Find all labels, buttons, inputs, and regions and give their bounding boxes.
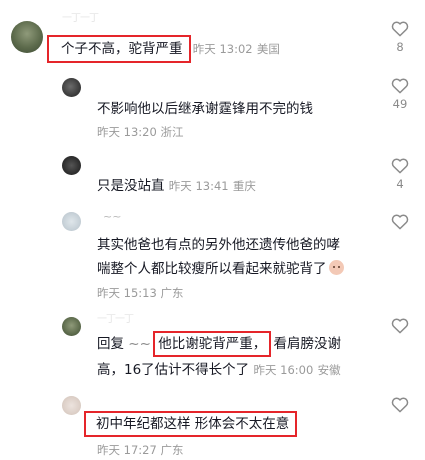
avatar[interactable]	[62, 78, 81, 97]
like-button[interactable]: 4	[385, 157, 415, 191]
comment-time: 昨天 13:02	[192, 42, 253, 56]
comment-text-line-2: 喘整个人都比较瘦所以看起来就驼背了	[97, 261, 327, 277]
like-button[interactable]	[385, 396, 415, 430]
comment-location: 美国	[256, 42, 280, 56]
comment-location: 重庆	[232, 179, 256, 193]
comment-time: 昨天 13:41	[168, 179, 229, 193]
heart-icon	[391, 21, 409, 37]
avatar[interactable]	[62, 317, 81, 336]
heart-icon	[391, 318, 409, 334]
avatar[interactable]	[11, 21, 43, 53]
like-button[interactable]	[385, 317, 415, 351]
emoji-icon	[328, 260, 344, 275]
comment-time: 昨天 13:20	[97, 125, 157, 139]
author-name-blurred[interactable]: 一丁一丁	[97, 314, 134, 326]
comment-text: 个子不高，驼背严重	[47, 35, 191, 63]
heart-icon	[391, 397, 409, 413]
like-button[interactable]: 49	[385, 77, 415, 111]
comment-text: 初中年纪都这样 形体会不太在意	[83, 411, 298, 437]
like-count	[385, 233, 415, 247]
like-count: 49	[392, 97, 408, 111]
like-button[interactable]	[385, 213, 415, 247]
avatar[interactable]	[62, 212, 81, 231]
comment-location: 安徽	[317, 363, 341, 377]
comment-text-line-1: 其实他爸也有点的另外他还遗传他爸的哮	[97, 237, 340, 253]
like-count: 8	[396, 40, 404, 54]
like-button[interactable]: 8	[385, 20, 415, 54]
comment-text-rest: 看肩膀没谢	[273, 336, 342, 352]
highlighted-text: 他比谢驼背严重，	[153, 331, 272, 357]
comment-time: 昨天 16:00	[253, 363, 314, 377]
like-count	[385, 416, 415, 430]
heart-icon	[391, 214, 409, 230]
author-name-blurred[interactable]: ~~	[103, 211, 121, 223]
heart-icon	[391, 78, 409, 94]
like-count: 4	[396, 177, 404, 191]
reply-prefix: 回复	[97, 336, 124, 352]
comment-location: 广东	[160, 286, 184, 300]
comment-location: 广东	[160, 443, 184, 457]
comment-text: 不影响他以后继承谢霆锋用不完的钱	[97, 101, 313, 117]
avatar[interactable]	[62, 156, 81, 175]
author-name-blurred[interactable]: 一丁一丁	[62, 13, 99, 25]
comment-text-line-2: 高，16了估计不得长个了	[97, 362, 250, 378]
comment-text: 只是没站直	[97, 178, 165, 194]
comment-location: 浙江	[160, 125, 184, 139]
like-count	[385, 337, 415, 351]
comment-time: 昨天 17:27	[97, 443, 157, 457]
comment-time: 昨天 15:13	[97, 286, 157, 300]
avatar[interactable]	[62, 396, 81, 415]
reply-to-name[interactable]: ~~	[128, 336, 151, 352]
heart-icon	[391, 158, 409, 174]
